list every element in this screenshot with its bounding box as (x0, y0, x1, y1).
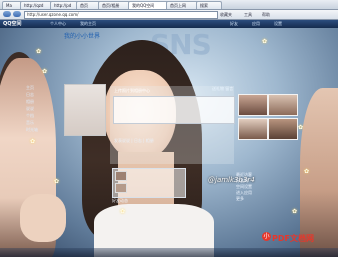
sidebar-item[interactable]: 日志 (26, 91, 38, 98)
status-input[interactable] (113, 96, 235, 124)
tools-link[interactable]: 工具 (244, 12, 252, 18)
photo-thumbnail[interactable] (238, 94, 268, 116)
watermark-logo-icon: 小 (262, 232, 271, 241)
back-icon[interactable] (3, 11, 11, 17)
flower-icon: ✿ (30, 138, 36, 145)
action-links[interactable]: 送礼物 留言 (212, 86, 233, 92)
nav-link[interactable]: 个人中心 (50, 21, 66, 27)
browser-tab[interactable]: 首页上网 (166, 1, 200, 9)
sidebar-item[interactable]: 时光轴 (26, 126, 38, 133)
flower-icon: ✿ (54, 178, 60, 185)
space-title[interactable]: 我的小小世界 (64, 31, 100, 40)
qzone-page: SNS 我的小小世界 ✿ ✿ ✿ ✿ ✿ ✿ ✿ ✿ ✿ 主页 日志 相册 说说… (0, 28, 338, 257)
panel-title: 上传照片到相册中心 (114, 88, 150, 93)
help-link[interactable]: 帮助 (262, 12, 270, 18)
feed-title: 好友动态 (112, 198, 128, 203)
post-tabs[interactable]: 发表说说 | 日志 | 相册 (114, 138, 154, 144)
feed-thumbnail[interactable] (115, 183, 127, 193)
flower-icon: ✿ (42, 68, 48, 75)
browser-tab-active[interactable]: 我的QQ空间 (128, 1, 170, 9)
qzone-logo[interactable]: QQ空间 (3, 21, 22, 27)
sidebar-item[interactable]: 说说 (26, 105, 38, 112)
left-sidebar: 主页 日志 相册 说说 个档 音乐 时光轴 (26, 84, 38, 133)
feed-thumbnail[interactable] (115, 171, 127, 181)
address-input[interactable]: http://user.qzone.qq.com/ (24, 11, 218, 19)
flower-icon: ✿ (304, 168, 310, 175)
forward-icon[interactable] (13, 11, 21, 17)
flower-icon: ✿ (262, 38, 268, 45)
bottom-strip (0, 248, 338, 257)
browser-tab[interactable]: 首页/相册 (98, 1, 132, 9)
feed-item[interactable] (112, 168, 186, 198)
background-photo (20, 194, 66, 242)
nav-link[interactable]: 应用 (252, 21, 260, 27)
photo-thumbnail[interactable] (238, 118, 268, 140)
browser-tab[interactable]: http://qzd (20, 1, 54, 9)
photo-thumbnails (238, 94, 298, 164)
flower-icon: ✿ (298, 124, 304, 131)
bookmark-link[interactable]: 收藏夹 (220, 12, 232, 18)
sidebar-item[interactable]: 主页 (26, 84, 38, 91)
photo-thumbnail[interactable] (268, 94, 298, 116)
browser-tab-bar: Ma http://qzd http://pd 首页 首页/相册 我的QQ空间 … (0, 0, 338, 10)
right-list-item[interactable]: 更多 (236, 196, 252, 202)
watermark-text: PDF文档网 (272, 234, 314, 243)
browser-tab[interactable]: 搜索 (196, 1, 222, 9)
nav-link[interactable]: 我的主页 (80, 21, 96, 27)
flower-icon: ✿ (36, 48, 42, 55)
nav-link[interactable]: 好友 (230, 21, 238, 27)
address-bar-row: http://user.qzone.qq.com/ 收藏夹 工具 帮助 (0, 10, 338, 20)
photo-thumbnail[interactable] (268, 118, 298, 140)
sidebar-item[interactable]: 个档 (26, 112, 38, 119)
right-list: 最近访客 好友网 空间设置 进入应用 更多 (236, 172, 252, 202)
flower-icon: ✿ (120, 208, 126, 215)
nav-link[interactable]: 设置 (274, 21, 282, 27)
sidebar-item[interactable]: 相册 (26, 98, 38, 105)
qzone-top-bar: QQ空间 个人中心 我的主页 好友 应用 设置 (0, 20, 338, 28)
avatar[interactable] (64, 84, 106, 136)
flower-icon: ✿ (292, 208, 298, 215)
sidebar-item[interactable]: 音乐 (26, 119, 38, 126)
